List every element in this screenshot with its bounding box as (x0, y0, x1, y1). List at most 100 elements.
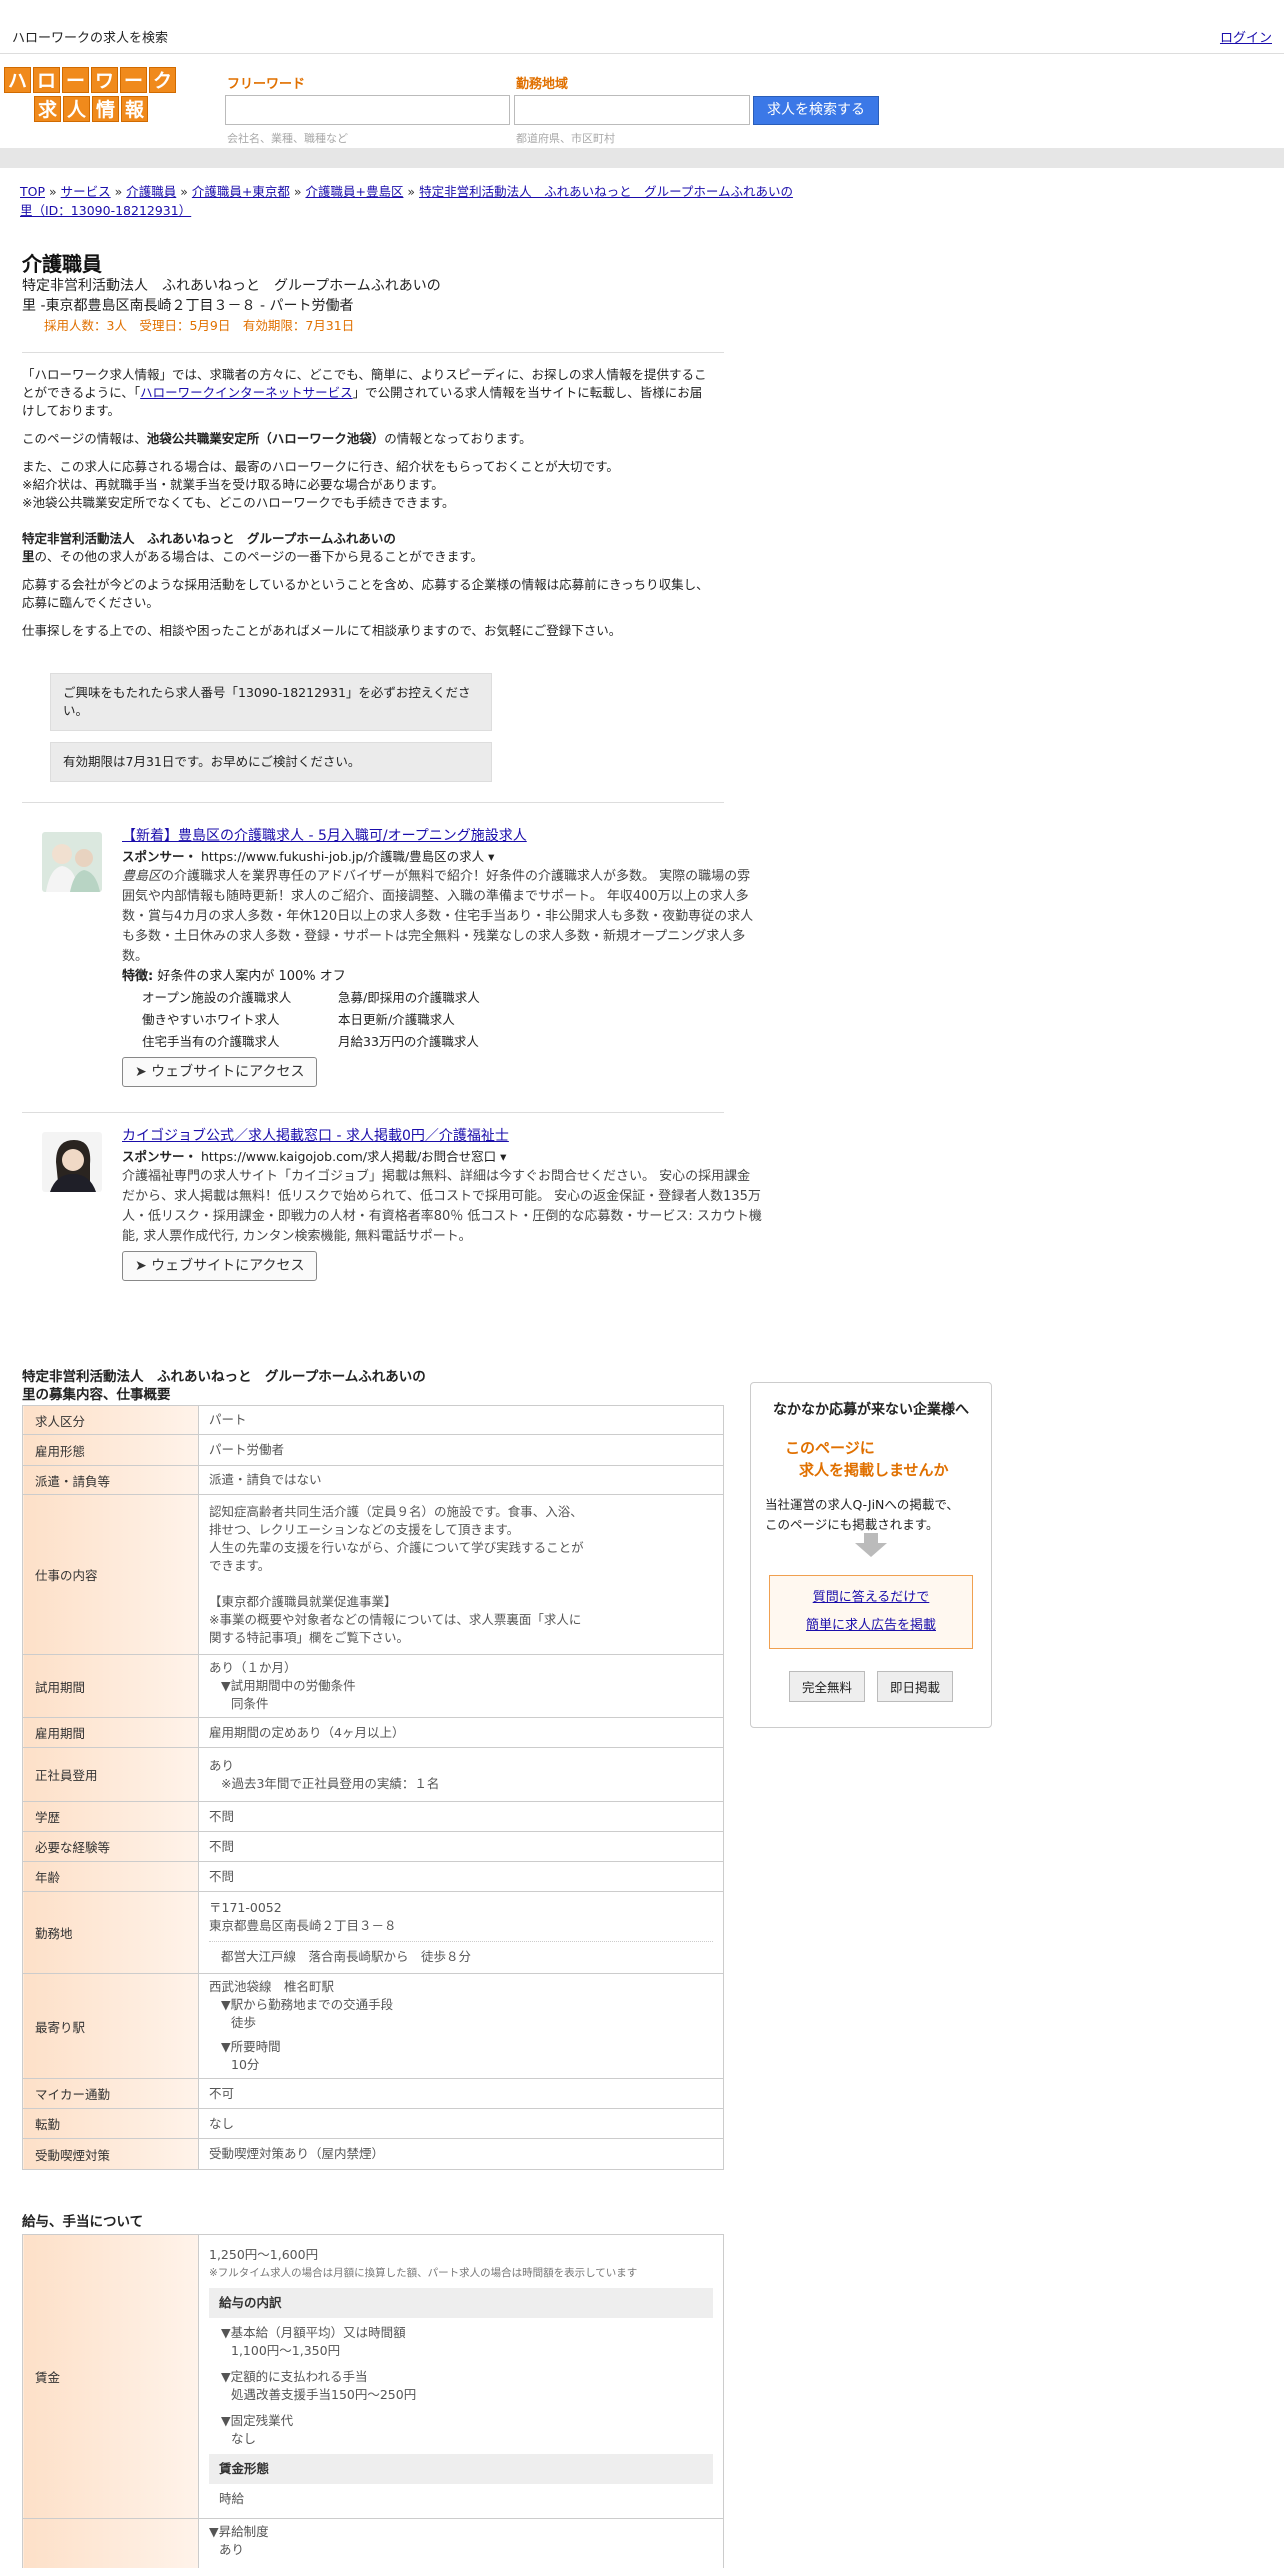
same-day-badge[interactable]: 即日掲載 (877, 1671, 954, 1702)
expiry-notice: 有効期限は7月31日です。お早めにご検討ください。 (50, 742, 492, 782)
row-key: マイカー通勤 (22, 2078, 199, 2109)
row-key: 必要な経験等 (22, 1831, 199, 1862)
breadcrumb-top[interactable]: TOP (20, 184, 45, 199)
sponsor-url[interactable]: https://www.fukushi-job.jp/介護職/豊島区の求人 ▾ (201, 849, 494, 864)
ad-body: カイゴジョブ公式／求人掲載窓口 - 求人掲載0円／介護福祉士 スポンサー・ ht… (122, 1126, 762, 1281)
row-key: 試用期間 (22, 1654, 199, 1718)
salary-breakdown-header: 給与の内訳 (209, 2287, 713, 2318)
value-line: あり（１か月） (209, 1660, 297, 1675)
ad-sitelink[interactable]: 本日更新/介護職求人 (338, 1009, 534, 1031)
row-value: なし (198, 2108, 724, 2139)
intro-text-part: の情報となっております。 (384, 431, 532, 446)
ad-title-link[interactable]: カイゴジョブ公式／求人掲載窓口 - 求人掲載0円／介護福祉士 (122, 1128, 509, 1144)
row-key: 求人区分 (22, 1405, 199, 1435)
value-line: 人生の先輩の支援を行いながら、介護について学び実践することが (209, 1539, 584, 1555)
section-title-salary: 給与、手当について (22, 2214, 144, 2230)
intro-text-part: の、その他の求人がある場合は、このページの一番下から見ることができます。 (34, 549, 484, 564)
intro-text-part: このページの情報は、 (22, 431, 147, 446)
ad-body: 【新着】豊島区の介護職求人 - 5月入職可/オープニング施設求人 スポンサー・ … (122, 826, 762, 1087)
ad-keyword: 豊島区 (122, 869, 162, 884)
row-key: 雇用形態 (22, 1434, 199, 1466)
section-title-line: 特定非営利活動法人 ふれあいねっと グループホームふれあいの (22, 1369, 426, 1385)
value-line: できます。 (209, 1557, 271, 1573)
ad-sitelink[interactable]: オープン施設の介護職求人 (142, 987, 338, 1009)
salary-note: ※フルタイム求人の場合は月額に換算した額、パート求人の場合は時間額を表示していま… (209, 2266, 638, 2279)
ad-sitelink[interactable]: 急募/即採用の介護職求人 (338, 987, 534, 1009)
row-value: 不問 (198, 1861, 724, 1892)
free-badge[interactable]: 完全無料 (788, 1671, 865, 1702)
sponsor-label: スポンサー・ (122, 849, 198, 864)
promo-orange-text: このページに 求人を掲載しませんか (763, 1437, 979, 1481)
row-value: 〒171-0052 東京都豊島区南長崎２丁目３－８ 都営大江戸線 落合南長崎駅か… (198, 1891, 724, 1974)
keyword-input[interactable] (225, 95, 510, 125)
intro-paragraph: 「ハローワーク求人情報」では、求職者の方々に、どこでも、簡単に、よりスピーディに… (22, 366, 714, 420)
ad-sitelinks: オープン施設の介護職求人 急募/即採用の介護職求人 働きやすいホワイト求人 本日… (142, 987, 762, 1053)
table-row: 学歴 不問 (22, 1801, 724, 1832)
job-id-notice: ご興味をもたれたら求人番号「13090-18212931」を必ずお控えください。 (50, 673, 492, 731)
hellowork-internet-link[interactable]: ハローワークインターネットサービス (140, 385, 353, 400)
ad-thumbnail[interactable] (42, 832, 102, 892)
wage-type-header: 賃金形態 (209, 2453, 713, 2484)
table-row: 求人区分 パート (22, 1405, 724, 1435)
breadcrumb-kaigo[interactable]: 介護職員 (126, 184, 176, 199)
divider (22, 802, 724, 803)
area-input[interactable] (514, 95, 750, 125)
breadcrumb-kaigo-tokyo[interactable]: 介護職員+東京都 (192, 184, 290, 199)
company-bold: 特定非営利活動法人 ふれあいねっと グループホームふれあいの (22, 531, 396, 546)
ad-sitelink[interactable]: 月給33万円の介護職求人 (338, 1031, 534, 1053)
ad-description: 介護福祉専門の求人サイト「カイゴジョブ」掲載は無料、詳細は今すぐお問合せください… (122, 1169, 762, 1244)
area-label: 勤務地域 (516, 77, 569, 92)
row-key (22, 2518, 199, 2568)
intro-paragraph: 仕事探しをする上での、相談や困ったことがあればメールにて相談承りますので、お気軽… (22, 623, 622, 638)
site-title: ハローワークの求人を検索 (12, 31, 169, 46)
promo-link[interactable]: 質問に答えるだけで (813, 1590, 930, 1605)
login-link[interactable]: ログイン (1220, 27, 1272, 46)
breadcrumb-kaigo-toshima[interactable]: 介護職員+豊島区 (305, 184, 403, 199)
value-line: ▼所要時間 (221, 2039, 281, 2054)
intro-paragraph: また、この求人に応募される場合は、最寄のハローワークに行き、紹介状をもらっておく… (22, 458, 714, 512)
visit-website-button[interactable]: ➤ ウェブサイトにアクセス (122, 1057, 318, 1087)
logo-char: 人 (63, 96, 90, 122)
table-row: 最寄り駅 西武池袋線 椎名町駅 ▼駅から勤務地までの交通手段 徒歩 ▼所要時間 … (22, 1973, 724, 2079)
employer-promo-box: なかなか応募が来ない企業様へ このページに 求人を掲載しませんか 当社運営の求人… (750, 1382, 992, 1728)
site-logo[interactable]: ハ ロ ー ワ ー ク 求 人 情 報 (4, 67, 182, 123)
sponsor-url[interactable]: https://www.kaigojob.com/求人掲載/お問合せ窓口 ▾ (201, 1149, 506, 1164)
value-line: ▼試用期間中の労働条件 (221, 1678, 356, 1693)
value-line: あり (219, 2542, 245, 2557)
ad-sitelink[interactable]: 働きやすいホワイト求人 (142, 1009, 338, 1031)
row-value: 派遣・請負ではない (198, 1465, 724, 1495)
ad-sitelink[interactable]: 住宅手当有の介護職求人 (142, 1031, 338, 1053)
company-name: 特定非営利活動法人 ふれあいねっと グループホームふれあいの (22, 278, 441, 294)
keyword-placeholder: 会社名、業種、職種など (227, 132, 348, 145)
promo-link[interactable]: 簡単に求人広告を掲載 (806, 1618, 936, 1633)
breadcrumb-service[interactable]: サービス (61, 184, 111, 199)
row-key: 雇用期間 (22, 1717, 199, 1748)
ad-title-link[interactable]: 【新着】豊島区の介護職求人 - 5月入職可/オープニング施設求人 (122, 828, 527, 844)
intro-paragraph: 特定非営利活動法人 ふれあいねっと グループホームふれあいの 里の、その他の求人が… (22, 530, 714, 566)
row-value: 雇用期間の定めあり（4ヶ月以上） (198, 1717, 724, 1748)
promo-heading: なかなか応募が来ない企業様へ (773, 1402, 969, 1418)
divider (22, 352, 724, 353)
logo-char: ロ (33, 67, 60, 93)
breadcrumb: TOP » サービス » 介護職員 » 介護職員+東京都 » 介護職員+豊島区 … (20, 184, 793, 218)
office-name: 池袋公共職業安定所（ハローワーク池袋） (146, 431, 385, 446)
row-value: あり ※過去3年間で正社員登用の実績：１名 (198, 1747, 724, 1802)
down-arrow-icon (855, 1533, 887, 1557)
value-line: ※過去3年間で正社員登用の実績：１名 (221, 1775, 440, 1791)
breadcrumb-company-id[interactable]: 里（ID：13090-18212931） (20, 203, 191, 218)
row-value: 西武池袋線 椎名町駅 ▼駅から勤務地までの交通手段 徒歩 ▼所要時間 10分 (198, 1973, 724, 2079)
promo-orange-line: このページに (785, 1439, 875, 1457)
logo-char: 情 (92, 96, 119, 122)
keyword-label: フリーワード (227, 77, 306, 92)
search-button[interactable]: 求人を検索する (753, 96, 879, 125)
access: 都営大江戸線 落合南長崎駅から 徒歩８分 (209, 1941, 713, 1966)
header-divider (0, 148, 1284, 168)
row-key: 年齢 (22, 1861, 199, 1892)
logo-char: ワ (91, 67, 118, 93)
row-value: 不可 (198, 2078, 724, 2109)
breadcrumb-company[interactable]: 特定非営利活動法人 ふれあいねっと グループホームふれあいの (419, 184, 793, 199)
ad-thumbnail[interactable] (42, 1132, 102, 1192)
visit-website-button[interactable]: ➤ ウェブサイトにアクセス (122, 1251, 318, 1281)
value-line: 西武池袋線 椎名町駅 (209, 1979, 335, 1994)
address: 東京都豊島区南長崎２丁目３－８ (209, 1918, 397, 1933)
